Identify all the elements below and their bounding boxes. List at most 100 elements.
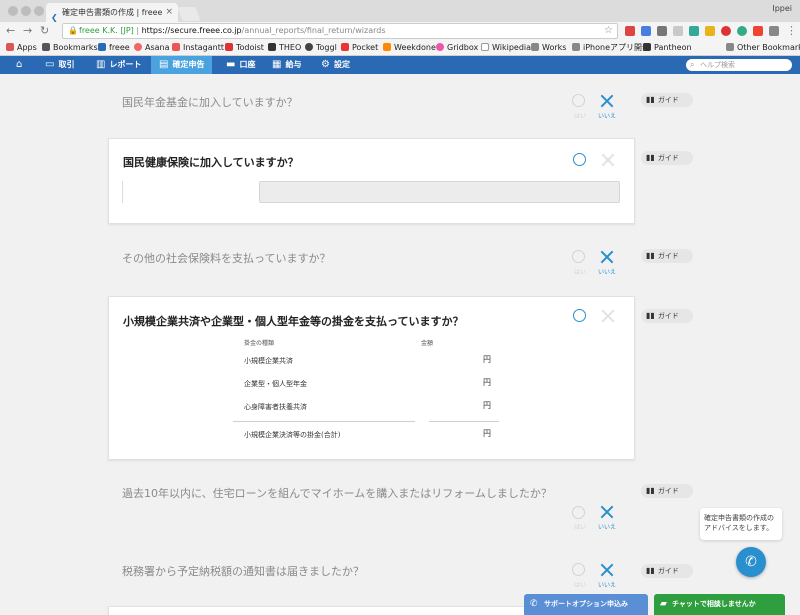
no-label: いいえ xyxy=(598,113,617,120)
book-icon: ▮▮ xyxy=(646,311,655,320)
bookmark-star-icon[interactable]: ☆ xyxy=(604,24,613,38)
nav-item-settings[interactable]: ⚙ 設定 xyxy=(321,56,350,74)
lock-icon: 🔒 xyxy=(68,26,78,35)
window-zoom-icon[interactable] xyxy=(34,6,44,16)
document-icon: ▤ xyxy=(159,59,169,70)
profile-name[interactable]: Ippei xyxy=(772,4,792,13)
yes-circle-icon[interactable] xyxy=(572,250,585,263)
extension-icon[interactable] xyxy=(689,26,699,36)
freee-favicon-icon: ❮ xyxy=(51,13,58,22)
app-nav-bar: ⌂ ▭ 取引 ▥ レポート ▤ 確定申告 ▬ 口座 ▦ 給与 ⚙ 設定 ⌕ ヘルプ検索 xyxy=(0,56,800,74)
question-row: 国民年金基金に加入していますか？ はい いいえ xyxy=(108,84,635,120)
yes-circle-icon[interactable] xyxy=(572,506,585,519)
no-cross-icon[interactable] xyxy=(601,309,615,323)
bookmark-item[interactable]: freee xyxy=(98,42,130,54)
yes-circle-icon[interactable] xyxy=(573,309,586,322)
help-search-input[interactable]: ⌕ ヘルプ検索 xyxy=(686,59,792,71)
new-tab-button[interactable] xyxy=(177,7,201,21)
insurance-amount-field[interactable] xyxy=(259,181,620,203)
browser-tab[interactable]: ❮ 確定申告書類の作成 | freee × xyxy=(46,3,178,22)
window-minimize-icon[interactable] xyxy=(21,6,31,16)
table-divider xyxy=(233,421,415,422)
nav-item-payroll[interactable]: ▦ 給与 xyxy=(272,56,301,74)
support-option-button[interactable]: ✆ サポートオプション申込み xyxy=(524,594,648,615)
bookmark-item[interactable]: Bookmarks xyxy=(42,42,98,54)
bookmark-item[interactable]: THEO xyxy=(268,42,301,54)
url-path: /annual_reports/final_return/wizards xyxy=(241,26,386,35)
extension-icon[interactable] xyxy=(625,26,635,36)
chart-icon: ▥ xyxy=(96,59,106,70)
extension-icon[interactable] xyxy=(705,26,715,36)
guide-button[interactable]: ▮▮ ガイド xyxy=(641,93,693,107)
no-cross-icon[interactable] xyxy=(600,505,614,519)
tab-close-icon[interactable]: × xyxy=(165,3,173,22)
guide-button[interactable]: ▮▮ ガイド xyxy=(641,564,693,578)
no-cross-icon[interactable] xyxy=(600,94,614,108)
home-icon[interactable]: ⌂ xyxy=(16,56,26,74)
yes-circle-icon[interactable] xyxy=(572,563,585,576)
bookmark-item[interactable]: Instagantt xyxy=(172,42,224,54)
search-icon: ⌕ xyxy=(690,60,695,69)
table-divider xyxy=(429,421,499,422)
nav-item-accounts[interactable]: ▬ 口座 xyxy=(226,56,255,74)
forward-icon[interactable]: → xyxy=(23,24,32,38)
no-cross-icon[interactable] xyxy=(600,563,614,577)
apps-icon xyxy=(6,43,14,51)
extension-icon[interactable] xyxy=(657,26,667,36)
star-icon xyxy=(42,43,50,51)
gridbox-icon xyxy=(436,43,444,51)
no-cross-icon[interactable] xyxy=(601,153,615,167)
payroll-icon: ▦ xyxy=(272,59,282,70)
bookmark-item[interactable]: Wikipedia xyxy=(481,42,531,54)
extension-icon[interactable] xyxy=(641,26,651,36)
bookmarks-bar: Apps Bookmarks freee Asana Instagantt To… xyxy=(0,40,800,56)
guide-button[interactable]: ▮▮ ガイド xyxy=(641,484,693,498)
bookmark-item[interactable]: Toggl xyxy=(305,42,337,54)
question-card: 国民健康保険に加入していますか？ xyxy=(108,138,635,224)
reload-icon[interactable]: ↻ xyxy=(40,24,49,38)
chat-consult-button[interactable]: ▰ チャットで相談しませんか xyxy=(654,594,785,615)
address-bar[interactable]: 🔒 freee K.K. [JP] | https://secure.freee… xyxy=(62,23,618,39)
guide-button[interactable]: ▮▮ ガイド xyxy=(641,151,693,165)
bookmark-item[interactable]: Pantheon xyxy=(643,42,692,54)
question-text: 国民年金基金に加入していますか？ xyxy=(122,96,298,109)
table-header: 金額 xyxy=(421,340,434,347)
nav-item-tax-return[interactable]: ▤ 確定申告 xyxy=(151,56,213,74)
question-text: 小規模企業共済や企業型・個人型年金等の掛金を支払っていますか？ xyxy=(123,315,464,328)
question-text: 過去10年以内に、住宅ローンを組んでマイホームを購入またはリフォームしましたか？ xyxy=(122,487,552,500)
bookmark-item[interactable]: Other Bookmarks xyxy=(726,42,800,54)
guide-button[interactable]: ▮▮ ガイド xyxy=(641,309,693,323)
bookmark-item[interactable]: Todoist xyxy=(225,42,264,54)
window-close-icon[interactable] xyxy=(8,6,18,16)
yes-circle-icon[interactable] xyxy=(573,153,586,166)
extension-icon[interactable] xyxy=(737,26,747,36)
toggl-icon xyxy=(305,43,313,51)
inbox-icon: ▭ xyxy=(45,59,55,70)
table-row-label: 心身障害者扶養共済 xyxy=(244,403,307,411)
yes-circle-icon[interactable] xyxy=(572,94,585,107)
bookmark-item[interactable]: Gridbox xyxy=(436,42,478,54)
chat-icon: ▰ xyxy=(660,599,667,609)
bookmark-item[interactable]: Asana xyxy=(134,42,170,54)
asana-icon xyxy=(134,43,142,51)
extension-icon[interactable] xyxy=(721,26,731,36)
folder-icon xyxy=(531,43,539,51)
gear-icon: ⚙ xyxy=(321,59,330,70)
extension-icon[interactable] xyxy=(753,26,763,36)
security-label: freee K.K. [JP] xyxy=(79,26,134,35)
phone-icon[interactable]: ✆ xyxy=(736,547,766,577)
bookmark-item[interactable]: Apps xyxy=(6,42,37,54)
no-cross-icon[interactable] xyxy=(600,250,614,264)
guide-button[interactable]: ▮▮ ガイド xyxy=(641,249,693,263)
extension-icon[interactable] xyxy=(673,26,683,36)
nav-item-transactions[interactable]: ▭ 取引 xyxy=(45,56,74,74)
insurance-input-row xyxy=(109,167,636,215)
bookmark-item[interactable]: iPhoneアプリ開発 xyxy=(572,42,650,54)
bookmark-item[interactable]: Works xyxy=(531,42,566,54)
nav-item-reports[interactable]: ▥ レポート xyxy=(96,56,141,74)
back-icon[interactable]: ← xyxy=(6,24,15,38)
menu-icon[interactable]: ⋮ xyxy=(786,24,797,38)
bookmark-item[interactable]: Pocket xyxy=(341,42,378,54)
bookmark-item[interactable]: Weekdone xyxy=(383,42,436,54)
extension-icon[interactable] xyxy=(769,26,779,36)
